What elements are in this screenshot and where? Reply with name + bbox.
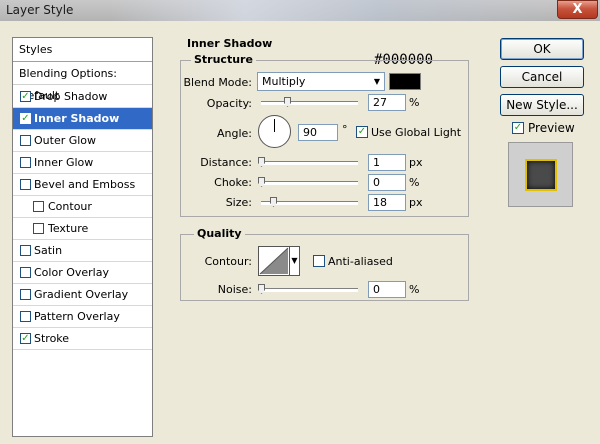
style-item-label: Outer Glow (34, 134, 97, 147)
contour-label: Contour: (204, 255, 252, 268)
noise-slider[interactable] (261, 288, 358, 292)
style-item-checkbox[interactable] (20, 135, 31, 146)
styles-panel: Styles Blending Options: Default ✓ Drop S… (12, 37, 153, 437)
title-bar: Layer Style X (0, 0, 600, 21)
style-item-label: Bevel and Emboss (34, 178, 136, 191)
size-input[interactable]: 18 (368, 194, 406, 211)
style-item-outer-glow[interactable]: Outer Glow (13, 130, 152, 152)
choke-label: Choke: (214, 176, 252, 189)
close-button[interactable]: X (557, 0, 598, 19)
style-item-pattern-overlay[interactable]: Pattern Overlay (13, 306, 152, 328)
chevron-down-icon: ▼ (291, 256, 298, 265)
blend-mode-label: Blend Mode: (183, 76, 253, 89)
distance-label: Distance: (200, 156, 252, 169)
style-item-checkbox[interactable]: ✓ (20, 333, 31, 344)
style-item-checkbox[interactable] (20, 311, 31, 322)
distance-slider[interactable] (261, 161, 358, 165)
contour-curve-icon (259, 247, 289, 275)
contour-dropdown-arrow[interactable]: ▼ (290, 246, 300, 276)
anti-aliased-checkbox[interactable] (313, 255, 325, 267)
style-item-texture[interactable]: Texture (13, 218, 152, 240)
style-item-checkbox[interactable] (33, 223, 44, 234)
noise-input[interactable]: 0 (368, 281, 406, 298)
angle-dial-hand (274, 119, 275, 132)
style-item-label: Texture (48, 222, 89, 235)
style-item-checkbox[interactable]: ✓ (20, 91, 31, 102)
style-item-bevel-and-emboss[interactable]: Bevel and Emboss (13, 174, 152, 196)
preview-label[interactable]: Preview (528, 121, 575, 135)
distance-input[interactable]: 1 (368, 154, 406, 171)
style-item-color-overlay[interactable]: Color Overlay (13, 262, 152, 284)
use-global-light-label[interactable]: Use Global Light (371, 126, 461, 139)
preview-thumbnail (508, 142, 573, 207)
title-bar-background (110, 0, 560, 21)
inner-shadow-title: Inner Shadow (184, 37, 276, 50)
blend-mode-value: Multiply (262, 75, 306, 88)
style-item-satin[interactable]: Satin (13, 240, 152, 262)
window-title: Layer Style (6, 3, 74, 17)
style-item-checkbox[interactable] (20, 245, 31, 256)
size-label: Size: (225, 196, 252, 209)
angle-dial[interactable] (258, 115, 291, 148)
style-item-inner-glow[interactable]: Inner Glow (13, 152, 152, 174)
shadow-color-swatch[interactable] (389, 73, 421, 90)
style-item-label: Inner Shadow (34, 112, 120, 125)
anti-aliased-label[interactable]: Anti-aliased (328, 255, 393, 268)
angle-input[interactable]: 90 (298, 124, 338, 141)
use-global-light-checkbox[interactable]: ✓ (356, 126, 368, 138)
style-item-label: Stroke (34, 332, 70, 345)
style-item-gradient-overlay[interactable]: Gradient Overlay (13, 284, 152, 306)
style-item-label: Color Overlay (34, 266, 109, 279)
style-item-checkbox[interactable] (20, 179, 31, 190)
style-item-label: Inner Glow (34, 156, 94, 169)
ok-button[interactable]: OK (500, 38, 584, 60)
chevron-down-icon: ▼ (373, 77, 380, 86)
choke-unit: % (409, 176, 420, 189)
choke-slider[interactable] (261, 181, 358, 185)
noise-unit: % (409, 283, 420, 296)
distance-unit: px (409, 156, 423, 169)
style-item-checkbox[interactable] (33, 201, 44, 212)
style-item-inner-shadow[interactable]: ✓ Inner Shadow (13, 108, 152, 130)
styles-header[interactable]: Styles (13, 38, 152, 62)
new-style-button[interactable]: New Style... (500, 94, 584, 116)
style-item-label: Drop Shadow (34, 90, 108, 103)
opacity-label: Opacity: (206, 97, 252, 110)
style-item-label: Gradient Overlay (34, 288, 129, 301)
style-item-label: Pattern Overlay (34, 310, 120, 323)
style-item-checkbox[interactable] (20, 289, 31, 300)
style-item-checkbox[interactable] (20, 157, 31, 168)
style-item-drop-shadow[interactable]: ✓ Drop Shadow (13, 86, 152, 108)
angle-unit: ° (342, 123, 348, 136)
opacity-slider[interactable] (261, 101, 358, 105)
style-item-stroke[interactable]: ✓ Stroke (13, 328, 152, 350)
contour-picker[interactable] (258, 246, 290, 276)
preview-swatch (525, 159, 557, 191)
style-item-contour[interactable]: Contour (13, 196, 152, 218)
angle-label: Angle: (216, 127, 252, 140)
opacity-input[interactable]: 27 (368, 94, 406, 111)
style-item-checkbox[interactable] (20, 267, 31, 278)
preview-checkbox[interactable]: ✓ (512, 122, 524, 134)
blend-mode-select[interactable]: Multiply ▼ (257, 72, 385, 91)
choke-input[interactable]: 0 (368, 174, 406, 191)
quality-title: Quality (194, 227, 245, 240)
structure-title: Structure (191, 53, 256, 66)
blending-options-item[interactable]: Blending Options: Default (13, 63, 152, 102)
opacity-unit: % (409, 96, 420, 109)
style-item-label: Contour (48, 200, 92, 213)
size-unit: px (409, 196, 423, 209)
style-item-label: Satin (34, 244, 63, 257)
noise-label: Noise: (217, 283, 252, 296)
style-item-checkbox[interactable]: ✓ (20, 113, 31, 124)
cancel-button[interactable]: Cancel (500, 66, 584, 88)
